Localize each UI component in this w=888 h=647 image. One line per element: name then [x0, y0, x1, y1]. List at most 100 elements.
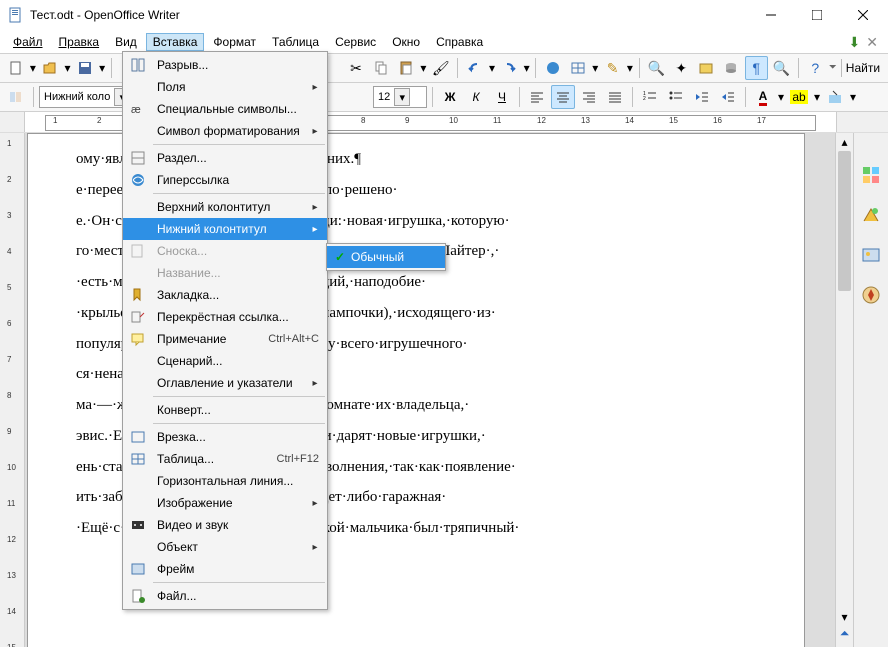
cut-button[interactable]: ✂ — [345, 56, 368, 80]
update-icon[interactable]: ⬇ — [849, 35, 861, 49]
bg-color-button[interactable] — [823, 85, 847, 109]
undo-button[interactable] — [463, 56, 486, 80]
format-paintbrush-button[interactable]: 🖌 — [429, 56, 452, 80]
menu-frame[interactable]: Врезка... — [123, 426, 327, 448]
app-icon — [8, 7, 24, 23]
menu-fields[interactable]: Поля▸ — [123, 76, 327, 98]
svg-text:2: 2 — [643, 96, 646, 102]
save-button[interactable] — [73, 56, 96, 80]
menu-break[interactable]: Разрыв... — [123, 54, 327, 76]
zoom-button[interactable]: 🔍 — [770, 56, 793, 80]
show-draw-button[interactable]: ✎ — [601, 56, 624, 80]
save-dropdown[interactable]: ▾ — [98, 61, 106, 75]
copy-button[interactable] — [370, 56, 393, 80]
menu-footnote[interactable]: Сноска... — [123, 240, 327, 262]
bookmark-icon — [125, 284, 151, 306]
minimize-button[interactable] — [748, 0, 794, 30]
hyperlink-button[interactable] — [541, 56, 564, 80]
table-button[interactable] — [566, 56, 589, 80]
new-button[interactable] — [4, 56, 27, 80]
prev-page-button[interactable]: ⏶ — [836, 625, 853, 642]
menu-special-chars[interactable]: ӕСпециальные символы... — [123, 98, 327, 120]
menu-formatting-mark[interactable]: Символ форматирования▸ — [123, 120, 327, 142]
font-size-combo[interactable]: 12▾ — [373, 86, 427, 108]
sidebar-gallery-icon[interactable] — [859, 243, 883, 267]
menu-tools[interactable]: Сервис — [328, 33, 383, 51]
crossref-icon — [125, 306, 151, 328]
gallery-button[interactable] — [695, 56, 718, 80]
paste-button[interactable] — [395, 56, 418, 80]
open-button[interactable] — [39, 56, 62, 80]
toolbar-overflow-icon[interactable]: ⏷ — [829, 63, 837, 73]
vertical-scrollbar[interactable]: ▴ ▾ ⏶ ◦ ⏷ — [835, 133, 853, 647]
menu-movie[interactable]: Видео и звук — [123, 514, 327, 536]
datasources-button[interactable] — [720, 56, 743, 80]
styles-button[interactable] — [4, 85, 28, 109]
menu-bookmark[interactable]: Закладка... — [123, 284, 327, 306]
menu-caption[interactable]: Название... — [123, 262, 327, 284]
menu-window[interactable]: Окно — [385, 33, 427, 51]
increase-indent-button[interactable] — [716, 85, 740, 109]
menu-table[interactable]: Таблица...Ctrl+F12 — [123, 448, 327, 470]
menu-hrule[interactable]: Горизонтальная линия... — [123, 470, 327, 492]
align-left-button[interactable] — [525, 85, 549, 109]
maximize-button[interactable] — [794, 0, 840, 30]
undo-dropdown[interactable]: ▾ — [488, 61, 496, 75]
scroll-up-arrow[interactable]: ▴ — [836, 133, 853, 150]
footnote-icon — [125, 240, 151, 262]
menu-script[interactable]: Сценарий... — [123, 350, 327, 372]
footer-submenu: ✓ Обычный — [326, 243, 446, 271]
menu-format[interactable]: Формат — [206, 33, 263, 51]
menu-envelope[interactable]: Конверт... — [123, 399, 327, 421]
close-button[interactable] — [840, 0, 886, 30]
menu-hyperlink[interactable]: Гиперссылка — [123, 169, 327, 191]
footer-default[interactable]: ✓ Обычный — [327, 246, 445, 268]
menu-section[interactable]: Раздел... — [123, 147, 327, 169]
bullets-button[interactable] — [664, 85, 688, 109]
align-right-button[interactable] — [577, 85, 601, 109]
scroll-thumb[interactable] — [838, 151, 851, 291]
menu-edit[interactable]: Правка — [52, 33, 107, 51]
paste-dropdown[interactable]: ▾ — [420, 61, 428, 75]
nonprinting-button[interactable]: ¶ — [745, 56, 768, 80]
bold-button[interactable]: Ж — [438, 85, 462, 109]
scroll-down-arrow[interactable]: ▾ — [836, 608, 853, 625]
open-dropdown[interactable]: ▾ — [64, 61, 72, 75]
menu-table[interactable]: Таблица — [265, 33, 326, 51]
highlight-button[interactable]: ab — [787, 85, 811, 109]
menu-bar: Файл Правка Вид Вставка Формат Таблица С… — [0, 31, 888, 53]
menu-file[interactable]: Файл — [6, 33, 50, 51]
redo-dropdown[interactable]: ▾ — [523, 61, 531, 75]
menu-floatframe[interactable]: Фрейм — [123, 558, 327, 580]
menu-view[interactable]: Вид — [108, 33, 144, 51]
new-dropdown[interactable]: ▾ — [29, 61, 37, 75]
menu-object[interactable]: Объект▸ — [123, 536, 327, 558]
table-dropdown[interactable]: ▾ — [591, 61, 599, 75]
menu-image[interactable]: Изображение▸ — [123, 492, 327, 514]
sidebar-properties-icon[interactable] — [859, 163, 883, 187]
menu-header[interactable]: Верхний колонтитул▸ — [123, 196, 327, 218]
vertical-ruler[interactable]: 123456789101112131415 — [0, 133, 25, 647]
font-color-button[interactable]: A — [751, 85, 775, 109]
align-center-button[interactable] — [551, 85, 575, 109]
align-justify-button[interactable] — [603, 85, 627, 109]
find-button[interactable]: 🔍 — [645, 56, 668, 80]
menu-crossref[interactable]: Перекрёстная ссылка... — [123, 306, 327, 328]
sidebar-styles-icon[interactable] — [859, 203, 883, 227]
navigator-button[interactable]: ✦ — [670, 56, 693, 80]
help-button[interactable]: ? — [804, 56, 827, 80]
menu-insert[interactable]: Вставка — [146, 33, 205, 51]
numbering-button[interactable]: 12 — [638, 85, 662, 109]
redo-button[interactable] — [498, 56, 521, 80]
menu-footer[interactable]: Нижний колонтитул▸ — [123, 218, 327, 240]
menu-help[interactable]: Справка — [429, 33, 490, 51]
menu-indexes[interactable]: Оглавление и указатели▸ — [123, 372, 327, 394]
decrease-indent-button[interactable] — [690, 85, 714, 109]
nav-button[interactable]: ◦ — [836, 642, 853, 647]
sidebar-navigator-icon[interactable] — [859, 283, 883, 307]
menu-insert-file[interactable]: Файл... — [123, 585, 327, 607]
underline-button[interactable]: Ч — [490, 85, 514, 109]
italic-button[interactable]: К — [464, 85, 488, 109]
close-doc-icon[interactable]: ✕ — [866, 35, 878, 49]
menu-comment[interactable]: ПримечаниеCtrl+Alt+C — [123, 328, 327, 350]
